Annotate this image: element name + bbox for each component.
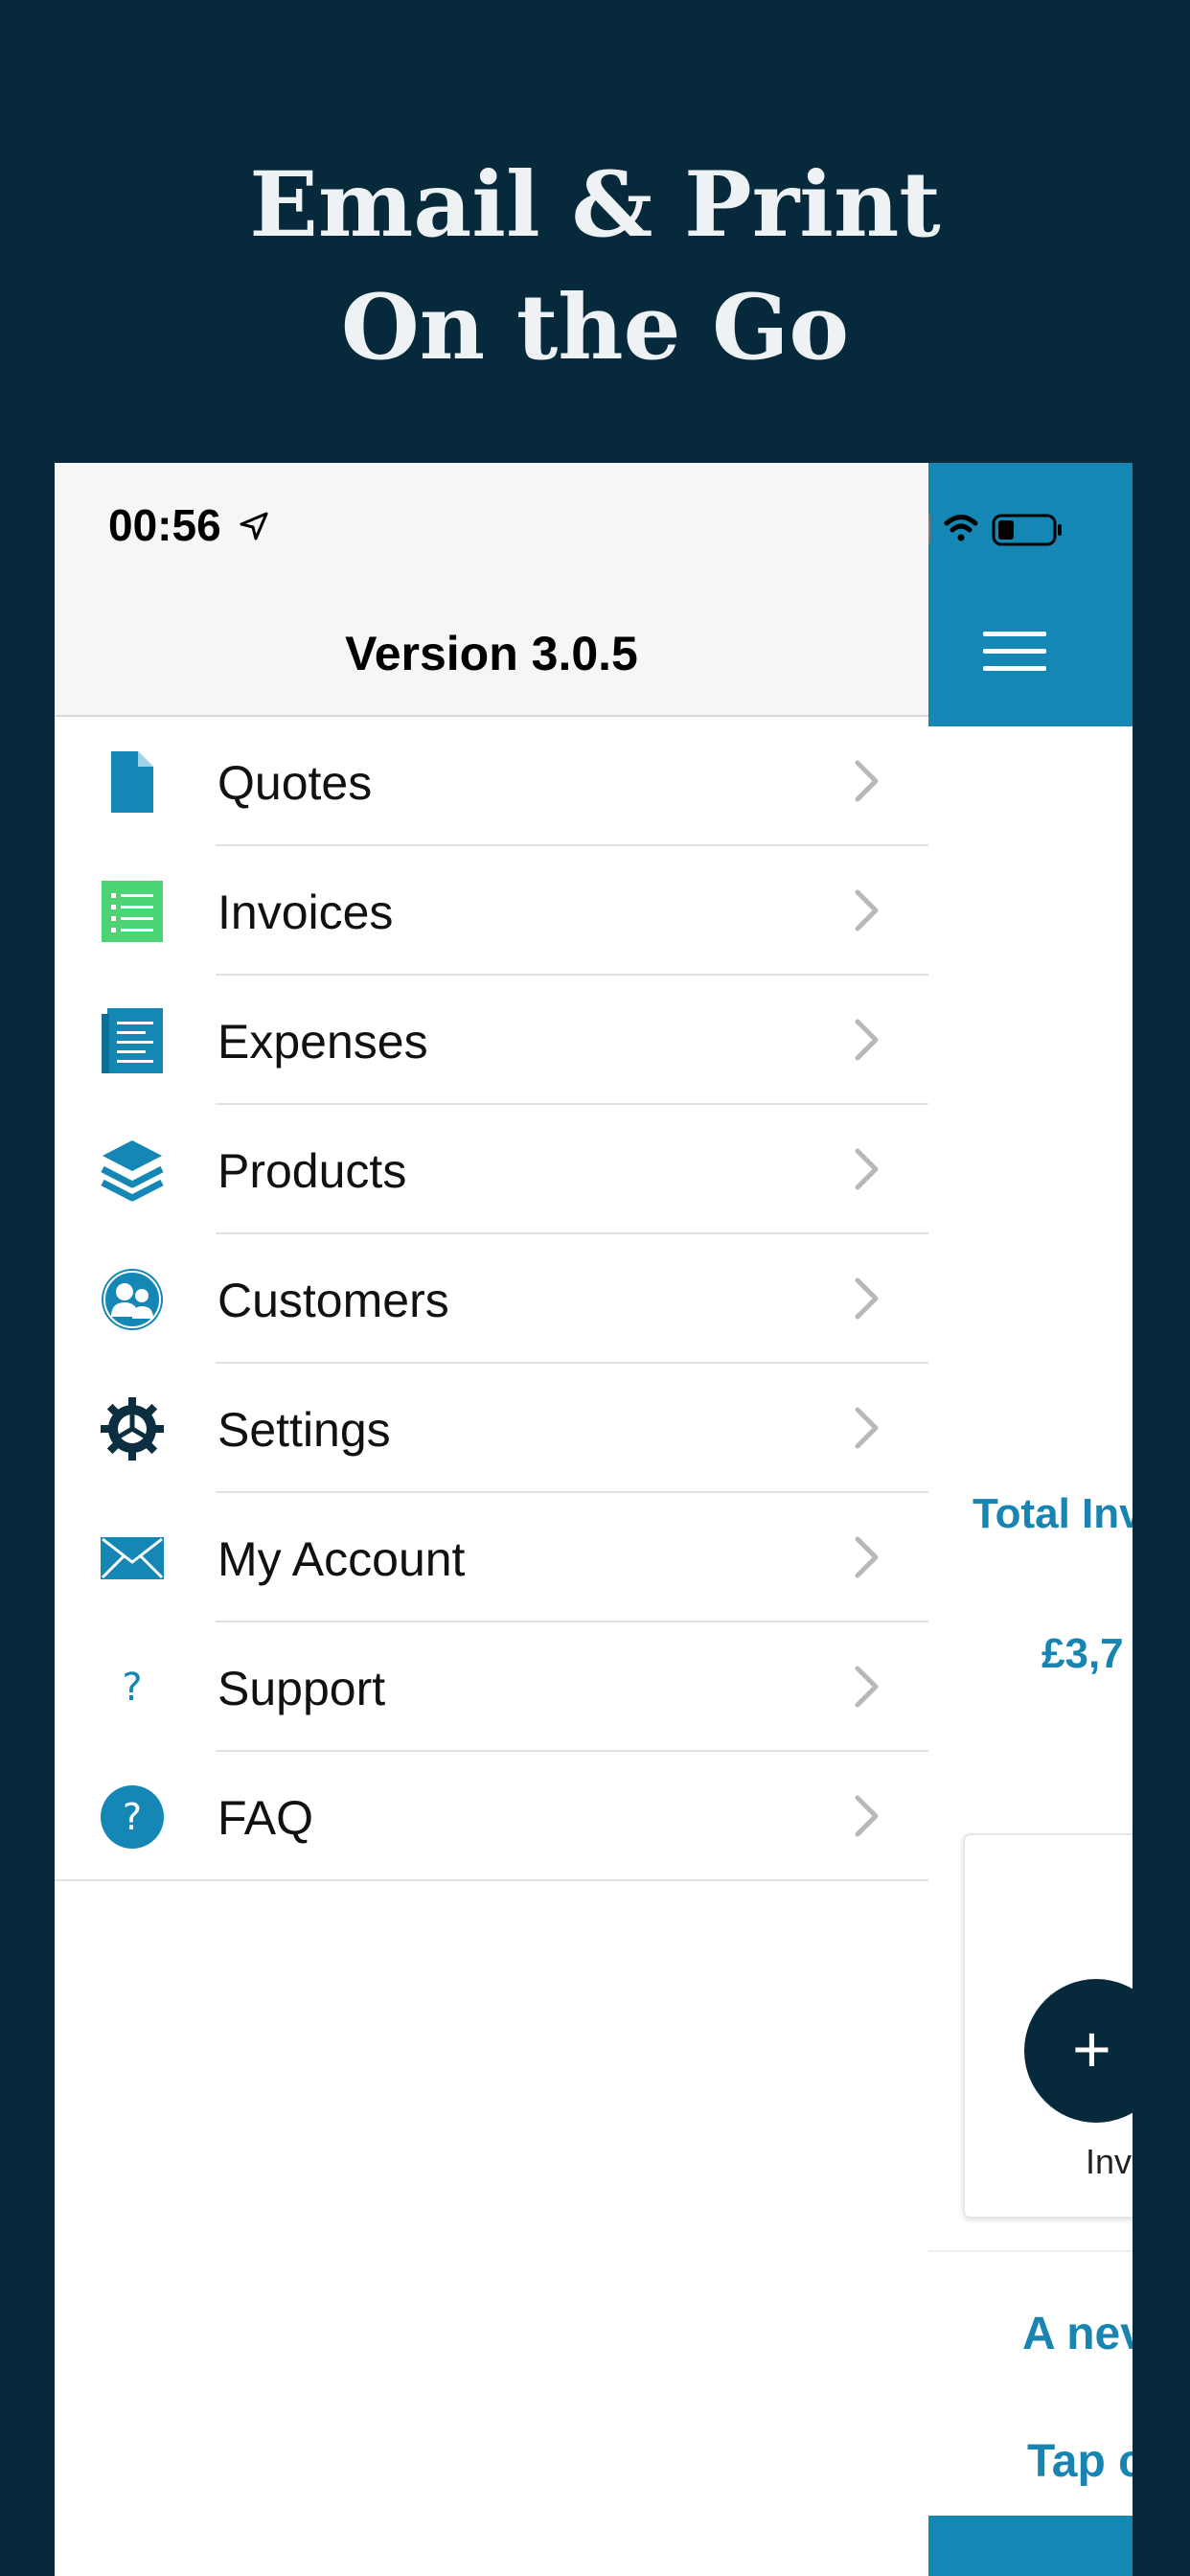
promo-line-2[interactable]: Tap c — [1027, 2435, 1133, 2488]
menu-item-settings[interactable]: Settings — [55, 1364, 928, 1493]
menu-label-invoices: Invoices — [217, 886, 394, 939]
menu-label-expenses: Expenses — [217, 1015, 428, 1069]
chevron-right-icon — [855, 889, 879, 932]
gear-icon — [99, 1395, 166, 1462]
headline-line-2: On the Go — [340, 275, 850, 380]
cellular-signal-icon — [928, 515, 930, 543]
drawer-header: 00:56 Version 3.0.5 — [55, 463, 928, 717]
menu-label-customers: Customers — [217, 1274, 449, 1327]
chevron-right-icon — [855, 1277, 879, 1320]
app-version: Version 3.0.5 — [345, 627, 638, 680]
menu-label-faq: FAQ — [217, 1791, 314, 1845]
menu-item-support[interactable]: ? Support — [55, 1622, 928, 1752]
document-icon — [99, 748, 166, 816]
app-header — [928, 463, 1133, 726]
chevron-right-icon — [855, 1795, 879, 1837]
menu-label-products: Products — [217, 1144, 407, 1198]
menu-label-my-account: My Account — [217, 1532, 466, 1586]
question-icon: ? — [122, 1666, 143, 1710]
layers-icon — [99, 1137, 166, 1204]
question-circle-icon: ? — [99, 1783, 166, 1851]
location-arrow-icon — [240, 512, 268, 540]
drawer-menu: Quotes Invoices Expenses Products Custom… — [55, 717, 928, 1881]
phone-screen: 00:56 Version 3.0.5 Quotes Invoices Expe… — [55, 463, 1133, 2576]
menu-item-invoices[interactable]: Invoices — [55, 846, 928, 976]
headline-line-1: Email & Print — [249, 152, 941, 258]
chevron-right-icon — [855, 1666, 879, 1708]
menu-item-customers[interactable]: Customers — [55, 1234, 928, 1364]
svg-text:?: ? — [123, 1796, 142, 1838]
side-drawer: 00:56 Version 3.0.5 Quotes Invoices Expe… — [55, 463, 928, 2576]
menu-label-support: Support — [217, 1662, 386, 1715]
plus-icon: + — [1072, 2012, 1111, 2086]
list-icon — [99, 878, 166, 945]
total-invoices-label: Total Inv — [973, 1490, 1133, 1537]
status-time: 00:56 — [108, 500, 221, 550]
receipt-icon — [99, 1007, 166, 1074]
separator — [55, 1879, 928, 1881]
total-invoices-value: £3,7 — [1041, 1630, 1124, 1677]
chevron-right-icon — [855, 1019, 879, 1061]
card-label: Inv — [1086, 2142, 1133, 2181]
status-icons — [928, 514, 1062, 546]
chevron-right-icon — [855, 1407, 879, 1449]
menu-item-quotes[interactable]: Quotes — [55, 717, 928, 846]
menu-item-faq[interactable]: ? FAQ — [55, 1752, 928, 1881]
headline: Email & Print On the Go — [0, 144, 1190, 389]
menu-item-my-account[interactable]: My Account — [55, 1493, 928, 1622]
envelope-icon — [99, 1525, 166, 1592]
people-icon — [99, 1266, 166, 1333]
menu-label-quotes: Quotes — [217, 756, 373, 810]
battery-icon — [992, 514, 1062, 546]
hamburger-menu-icon[interactable] — [983, 632, 1046, 672]
menu-item-expenses[interactable]: Expenses — [55, 976, 928, 1105]
chevron-right-icon — [855, 760, 879, 802]
divider — [928, 2250, 1133, 2252]
background-dashboard[interactable]: Total Inv £3,7 + Inv A nev Tap c — [928, 463, 1133, 2576]
menu-item-products[interactable]: Products — [55, 1105, 928, 1234]
promo-line-1: A nev — [1022, 2309, 1133, 2359]
chevron-right-icon — [855, 1536, 879, 1578]
menu-label-settings: Settings — [217, 1403, 391, 1457]
chevron-right-icon — [855, 1148, 879, 1190]
wifi-icon — [944, 515, 978, 541]
app-footer-bar — [928, 2516, 1133, 2576]
